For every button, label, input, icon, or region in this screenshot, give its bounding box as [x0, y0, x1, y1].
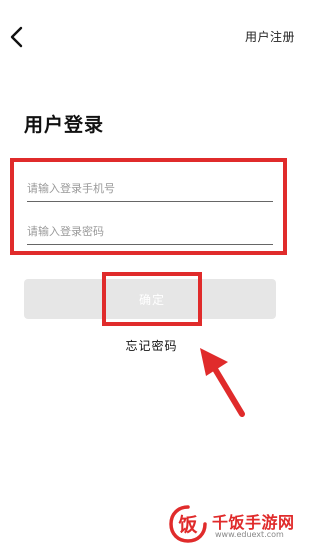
watermark-url: www.eduext.com	[215, 530, 284, 539]
watermark-logo-char: 饭	[177, 513, 197, 536]
chevron-left-icon	[9, 26, 25, 48]
register-link[interactable]: 用户注册	[245, 28, 295, 45]
phone-input[interactable]	[27, 178, 273, 202]
page-title: 用户登录	[24, 114, 105, 136]
watermark-logo-icon: 饭	[168, 505, 208, 547]
confirm-button[interactable]: 确定	[102, 272, 202, 326]
watermark: 饭 千饭手游网 www.eduext.com	[168, 503, 303, 543]
forgot-password-link[interactable]: 忘记密码	[0, 337, 303, 354]
back-button[interactable]	[4, 24, 30, 50]
password-input[interactable]	[27, 221, 273, 245]
arrow-up-left-icon	[200, 348, 245, 417]
